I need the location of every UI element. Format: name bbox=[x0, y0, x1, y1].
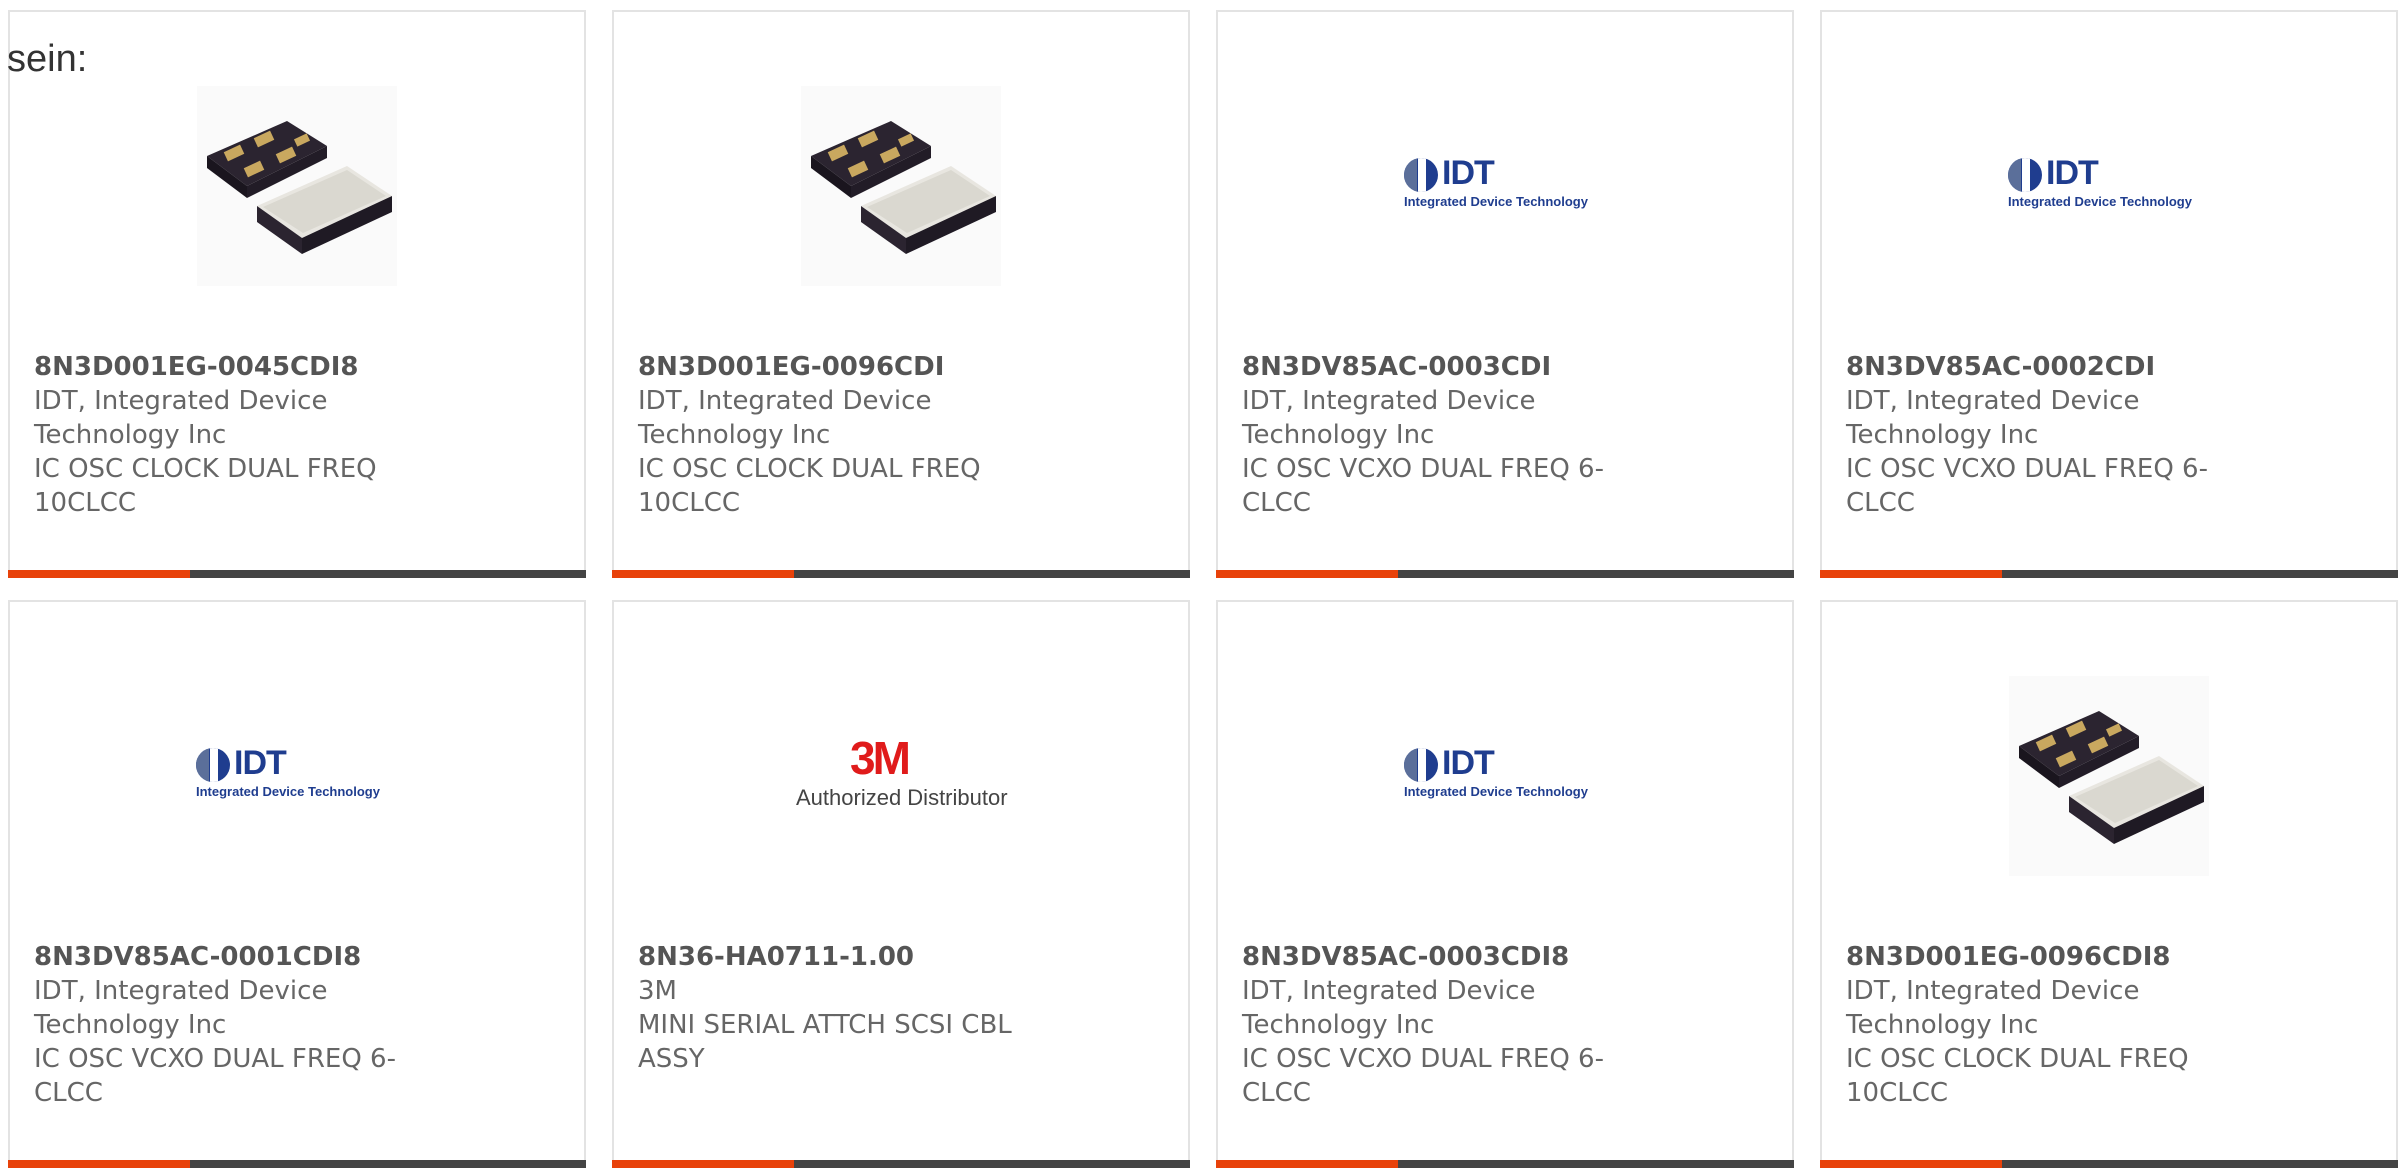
product-info: 8N3D001EG-0096CDI IDT, Integrated Device… bbox=[638, 350, 1164, 520]
manufacturer-label: IDT, Integrated Device Technology Inc bbox=[34, 976, 328, 1040]
part-number-link[interactable]: 8N3D001EG-0096CDI8 bbox=[1846, 940, 2372, 974]
product-card[interactable]: 3M Authorized Distributor 8N36-HA0711-1.… bbox=[612, 600, 1190, 1168]
idt-logo: IDT Integrated Device Technology bbox=[2004, 154, 2214, 216]
manufacturer-label: 3M bbox=[638, 976, 677, 1006]
product-card[interactable]: 8N3D001EG-0096CDI8 IDT, Integrated Devic… bbox=[1820, 600, 2398, 1168]
logo-word: IDT bbox=[234, 744, 287, 782]
logo-tagline: Authorized Distributor bbox=[796, 785, 1008, 810]
idt-mark-icon bbox=[196, 748, 230, 782]
logo-word: 3M bbox=[850, 732, 911, 784]
idt-logo: IDT Integrated Device Technology bbox=[192, 744, 402, 806]
description-label: IC OSC CLOCK DUAL FREQ 10CLCC bbox=[34, 454, 377, 518]
card-accent-bar bbox=[1216, 570, 1398, 578]
product-card[interactable]: IDT Integrated Device Technology 8N3DV85… bbox=[8, 600, 586, 1168]
logo-tagline: Integrated Device Technology bbox=[2008, 194, 2192, 209]
description-label: MINI SERIAL ATTCH SCSI CBL ASSY bbox=[638, 1010, 1012, 1074]
product-card[interactable]: IDT Integrated Device Technology 8N3DV85… bbox=[1216, 600, 1794, 1168]
product-image bbox=[1822, 666, 2396, 886]
product-info: 8N3DV85AC-0001CDI8 IDT, Integrated Devic… bbox=[34, 940, 560, 1110]
idt-mark-icon bbox=[2008, 158, 2042, 192]
product-info: 8N36-HA0711-1.00 3M MINI SERIAL ATTCH SC… bbox=[638, 940, 1164, 1076]
description-label: IC OSC CLOCK DUAL FREQ 10CLCC bbox=[1846, 1044, 2189, 1108]
product-image: IDT Integrated Device Technology bbox=[10, 666, 584, 886]
product-card[interactable]: IDT Integrated Device Technology 8N3DV85… bbox=[1216, 10, 1794, 578]
manufacturer-label: IDT, Integrated Device Technology Inc bbox=[1846, 386, 2140, 450]
product-card[interactable]: 8N3D001EG-0096CDI IDT, Integrated Device… bbox=[612, 10, 1190, 578]
manufacturer-label: IDT, Integrated Device Technology Inc bbox=[638, 386, 932, 450]
description-label: IC OSC VCXO DUAL FREQ 6-CLCC bbox=[34, 1044, 396, 1108]
product-image bbox=[10, 76, 584, 296]
part-number-link[interactable]: 8N3D001EG-0045CDI8 bbox=[34, 350, 560, 384]
product-image bbox=[614, 76, 1188, 296]
description-label: IC OSC CLOCK DUAL FREQ 10CLCC bbox=[638, 454, 981, 518]
part-number-link[interactable]: 8N3DV85AC-0003CDI8 bbox=[1242, 940, 1768, 974]
product-info: 8N3D001EG-0096CDI8 IDT, Integrated Devic… bbox=[1846, 940, 2372, 1110]
chip-package-photo bbox=[197, 86, 397, 286]
manufacturer-label: IDT, Integrated Device Technology Inc bbox=[1242, 386, 1536, 450]
product-grid: 8N3D001EG-0045CDI8 IDT, Integrated Devic… bbox=[8, 10, 2398, 1168]
product-image: IDT Integrated Device Technology bbox=[1218, 666, 1792, 886]
logo-word: IDT bbox=[1442, 154, 1495, 192]
logo-tagline: Integrated Device Technology bbox=[1404, 194, 1588, 209]
card-accent-bar bbox=[8, 570, 190, 578]
chip-package-photo bbox=[801, 86, 1001, 286]
card-bottom-bar bbox=[1216, 570, 1794, 578]
product-image: 3M Authorized Distributor bbox=[614, 666, 1188, 886]
card-accent-bar bbox=[612, 570, 794, 578]
manufacturer-label: IDT, Integrated Device Technology Inc bbox=[1242, 976, 1536, 1040]
part-number-link[interactable]: 8N36-HA0711-1.00 bbox=[638, 940, 1164, 974]
part-number-link[interactable]: 8N3DV85AC-0001CDI8 bbox=[34, 940, 560, 974]
card-bottom-bar bbox=[8, 570, 586, 578]
logo-word: IDT bbox=[1442, 744, 1495, 782]
description-label: IC OSC VCXO DUAL FREQ 6-CLCC bbox=[1846, 454, 2208, 518]
idt-mark-icon bbox=[1404, 748, 1438, 782]
product-info: 8N3D001EG-0045CDI8 IDT, Integrated Devic… bbox=[34, 350, 560, 520]
product-info: 8N3DV85AC-0002CDI IDT, Integrated Device… bbox=[1846, 350, 2372, 520]
part-number-link[interactable]: 8N3DV85AC-0002CDI bbox=[1846, 350, 2372, 384]
card-accent-bar bbox=[1820, 570, 2002, 578]
product-info: 8N3DV85AC-0003CDI IDT, Integrated Device… bbox=[1242, 350, 1768, 520]
description-label: IC OSC VCXO DUAL FREQ 6-CLCC bbox=[1242, 1044, 1604, 1108]
product-card[interactable]: 8N3D001EG-0045CDI8 IDT, Integrated Devic… bbox=[8, 10, 586, 578]
logo-tagline: Integrated Device Technology bbox=[196, 784, 380, 799]
product-card[interactable]: IDT Integrated Device Technology 8N3DV85… bbox=[1820, 10, 2398, 578]
part-number-link[interactable]: 8N3D001EG-0096CDI bbox=[638, 350, 1164, 384]
product-image: IDT Integrated Device Technology bbox=[1822, 76, 2396, 296]
card-bottom-bar bbox=[1820, 570, 2398, 578]
manufacturer-label: IDT, Integrated Device Technology Inc bbox=[34, 386, 328, 450]
product-image: IDT Integrated Device Technology bbox=[1218, 76, 1792, 296]
manufacturer-label: IDT, Integrated Device Technology Inc bbox=[1846, 976, 2140, 1040]
intro-text: sein: bbox=[7, 38, 88, 80]
part-number-link[interactable]: 8N3DV85AC-0003CDI bbox=[1242, 350, 1768, 384]
logo-word: IDT bbox=[2046, 154, 2099, 192]
idt-logo: IDT Integrated Device Technology bbox=[1400, 744, 1610, 806]
card-bottom-bar bbox=[612, 570, 1190, 578]
description-label: IC OSC VCXO DUAL FREQ 6-CLCC bbox=[1242, 454, 1604, 518]
idt-logo: IDT Integrated Device Technology bbox=[1400, 154, 1610, 216]
logo-tagline: Integrated Device Technology bbox=[1404, 784, 1588, 799]
product-info: 8N3DV85AC-0003CDI8 IDT, Integrated Devic… bbox=[1242, 940, 1768, 1110]
3m-logo: 3M Authorized Distributor bbox=[796, 735, 1008, 816]
idt-mark-icon bbox=[1404, 158, 1438, 192]
chip-package-photo bbox=[2009, 676, 2209, 876]
